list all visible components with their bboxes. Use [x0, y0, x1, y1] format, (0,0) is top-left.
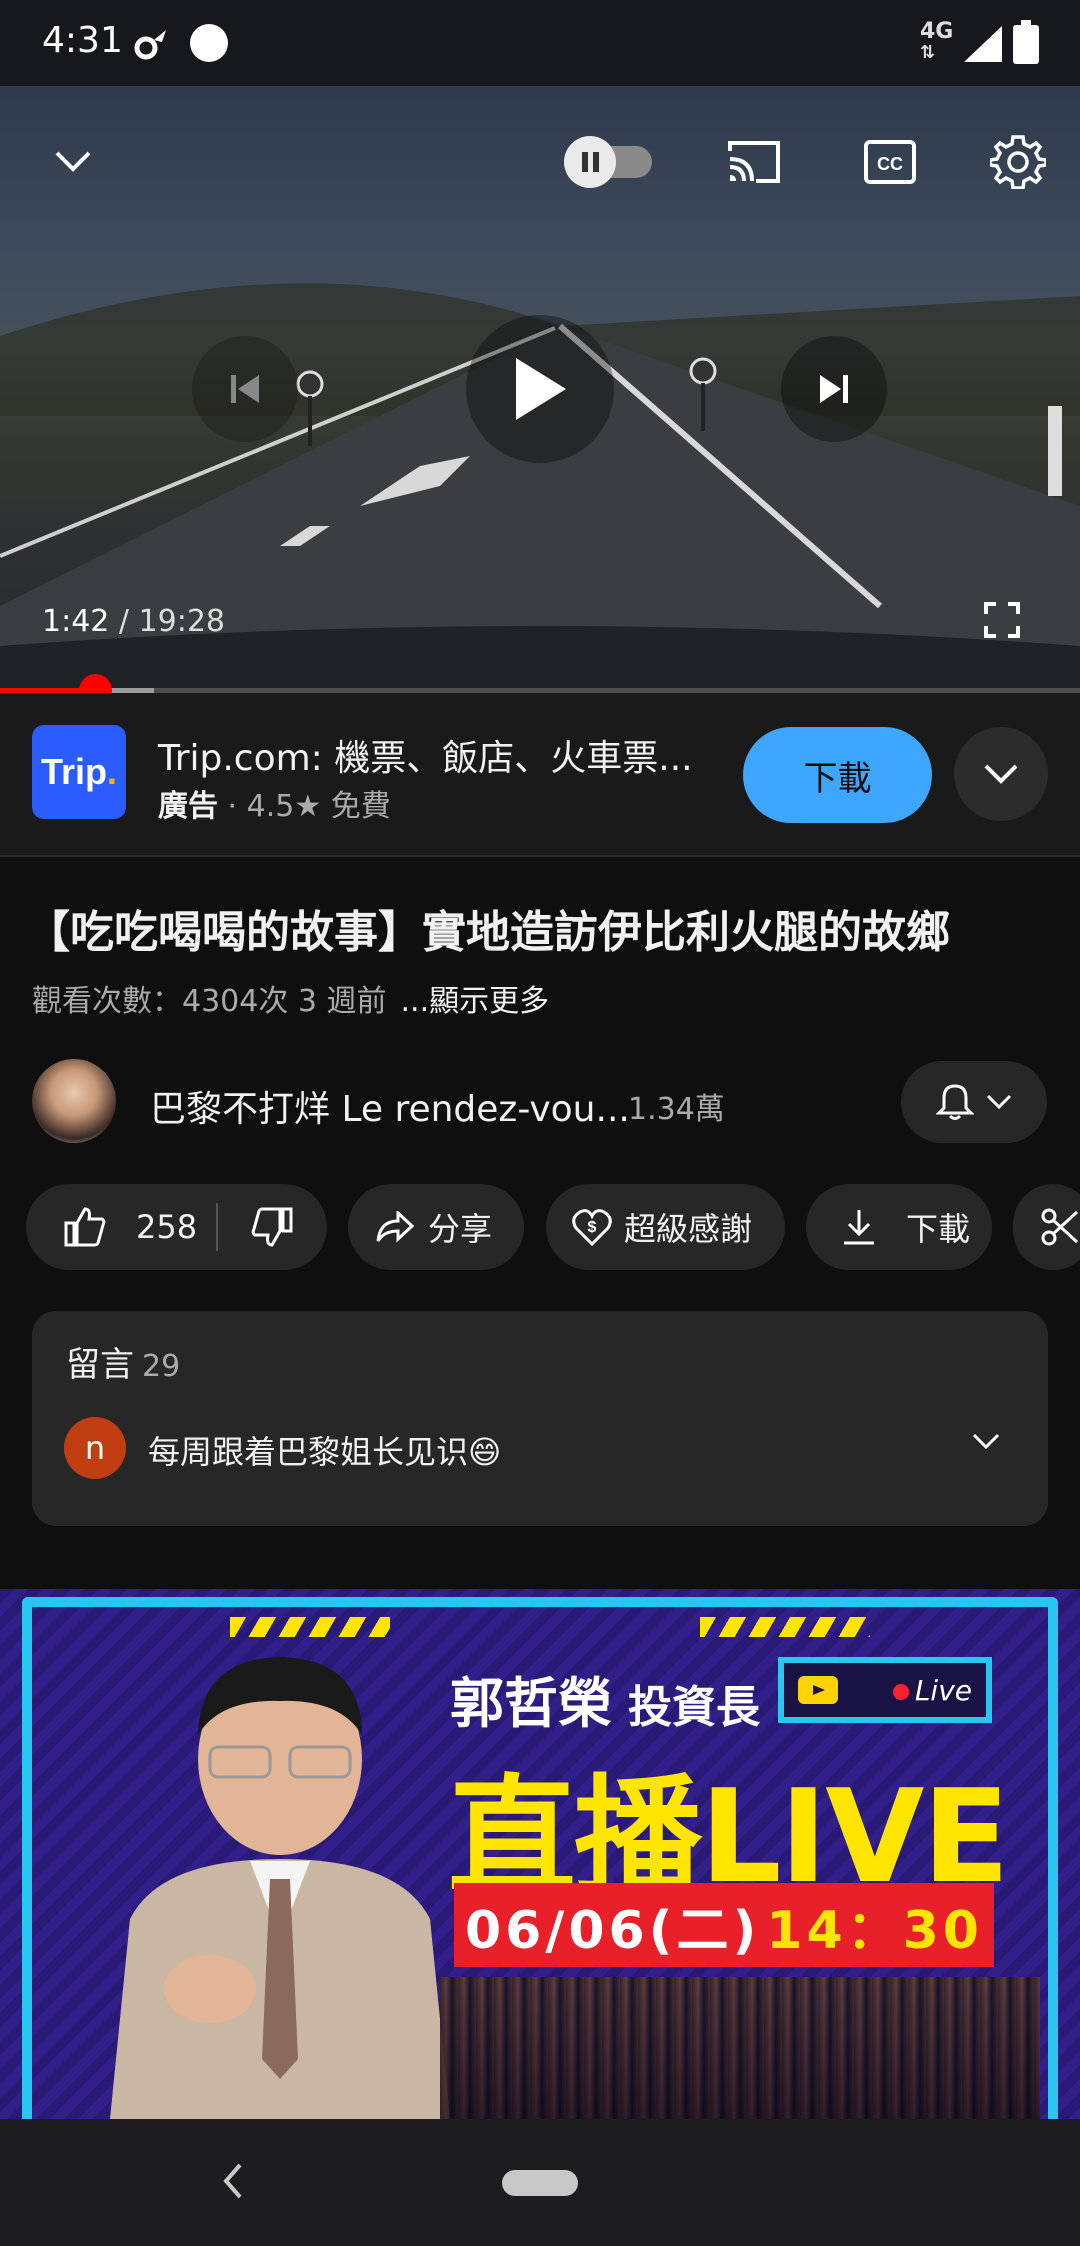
like-button[interactable]: 258	[26, 1207, 216, 1247]
next-button[interactable]	[781, 336, 887, 442]
sync-icon	[134, 30, 166, 60]
total-time: / 19:28	[109, 604, 226, 639]
download-icon	[844, 1210, 874, 1245]
thumbs-down-icon	[251, 1207, 293, 1247]
settings-button[interactable]	[985, 128, 1051, 194]
cc-icon: CC	[864, 140, 916, 184]
network-type: 4G ⇅	[920, 19, 954, 63]
banner-live-tag: Live	[778, 1657, 992, 1723]
ad-meta: 廣告 · 4.5★ 免費	[158, 781, 391, 825]
comments-count: 29	[142, 1349, 181, 1384]
comments-section[interactable]: 留言 29 n 每周跟着巴黎姐长见识😄	[32, 1311, 1048, 1526]
status-time: 4:31	[42, 20, 123, 61]
home-pill[interactable]	[502, 2170, 578, 2196]
channel-name[interactable]: 巴黎不打烊 Le rendez-vou...	[150, 1080, 630, 1132]
channel-row[interactable]: 巴黎不打烊 Le rendez-vou... 1.34萬	[0, 1056, 1080, 1148]
comments-header: 留言 29	[66, 1337, 180, 1386]
chevron-down-icon	[55, 151, 91, 172]
chevron-down-icon[interactable]	[972, 1433, 1000, 1451]
comment-text: 每周跟着巴黎姐长见识😄	[148, 1433, 502, 1471]
ad-rating: · 4.5★	[218, 789, 331, 824]
download-label: 下載	[906, 1210, 971, 1248]
like-count: 258	[136, 1208, 198, 1246]
banner-audience-photo	[440, 1977, 1040, 2119]
svg-text:CC: CC	[877, 154, 903, 174]
subscriber-count: 1.34萬	[628, 1092, 725, 1127]
skip-previous-icon	[231, 375, 259, 403]
like-dislike-chip: 258	[26, 1184, 327, 1270]
fullscreen-icon	[984, 602, 1020, 638]
pause-toggle-icon	[564, 136, 652, 188]
notification-bell-button[interactable]	[901, 1061, 1047, 1143]
video-meta[interactable]: 觀看次數：4304次 3 週前 ...顯示更多	[32, 976, 549, 1020]
banner-presenter-name: 郭哲榮 投資長	[450, 1672, 760, 1735]
comment-author-avatar: n	[64, 1417, 126, 1479]
thumbs-up-icon	[64, 1207, 106, 1247]
action-chips: 258 分享 $ 超級感謝 下載	[0, 1184, 1080, 1270]
share-button[interactable]: 分享	[348, 1184, 524, 1270]
super-thanks-label: 超級感謝	[624, 1210, 753, 1248]
channel-avatar[interactable]	[32, 1059, 116, 1143]
skip-next-icon	[820, 375, 848, 403]
back-icon[interactable]	[218, 2159, 248, 2203]
cast-icon	[728, 141, 780, 183]
presenter-photo	[110, 1657, 450, 2119]
captions-button[interactable]: CC	[858, 130, 922, 194]
ad-app-logo: Trip.	[32, 725, 126, 819]
promo-banner[interactable]: 郭哲榮 投資長 Live 直播LIVE 06/06(二) 14：30	[0, 1589, 1080, 2119]
ad-price: 免費	[330, 789, 391, 824]
banner-date: 06/06(二) 14：30	[454, 1883, 994, 1967]
cast-button[interactable]	[722, 130, 786, 194]
chevron-down-icon	[986, 1094, 1012, 1110]
fullscreen-button[interactable]	[980, 598, 1024, 642]
gear-icon	[990, 135, 1046, 189]
share-label: 分享	[428, 1210, 493, 1248]
chevron-down-icon	[984, 764, 1018, 784]
ad-badge: 廣告	[158, 789, 218, 824]
share-icon	[376, 1211, 414, 1243]
notification-dot-icon	[190, 24, 228, 62]
ad-banner[interactable]: Trip. Trip.com: 機票、飯店、火車票... 廣告 · 4.5★ 免…	[0, 693, 1080, 857]
download-button[interactable]: 下載	[806, 1184, 992, 1270]
battery-icon	[1013, 20, 1039, 64]
super-thanks-button[interactable]: $ 超級感謝	[546, 1184, 785, 1270]
signal-icon	[964, 26, 1002, 62]
video-player[interactable]: CC 1:42 / 19:28	[0, 86, 1080, 690]
play-button[interactable]	[466, 315, 614, 463]
collapse-button[interactable]	[50, 138, 96, 184]
super-thanks-icon: $	[572, 1209, 612, 1246]
scissors-icon	[1041, 1208, 1079, 1246]
video-title[interactable]: 【吃吃喝喝的故事】實地造訪伊比利火腿的故鄉	[26, 896, 950, 960]
ad-download-button[interactable]: 下載	[743, 727, 932, 823]
comments-title: 留言	[66, 1345, 134, 1385]
autoplay-toggle[interactable]	[562, 130, 658, 194]
dislike-button[interactable]	[218, 1207, 326, 1247]
bell-icon	[936, 1084, 974, 1120]
view-count: 觀看次數：4304次 3 週前	[32, 984, 387, 1019]
ad-expand-button[interactable]	[954, 727, 1048, 821]
system-nav-bar	[0, 2119, 1080, 2246]
play-icon	[516, 358, 566, 420]
ad-title[interactable]: Trip.com: 機票、飯店、火車票...	[158, 729, 693, 781]
youtube-icon	[798, 1676, 838, 1704]
previous-button[interactable]	[192, 336, 298, 442]
clip-button[interactable]	[1013, 1184, 1080, 1270]
svg-text:$: $	[588, 1219, 597, 1236]
current-time: 1:42	[42, 604, 110, 639]
time-display: 1:42 / 19:28	[42, 604, 225, 639]
show-more-link[interactable]: ...顯示更多	[401, 984, 550, 1019]
status-bar: 4:31 4G ⇅	[0, 0, 1080, 86]
